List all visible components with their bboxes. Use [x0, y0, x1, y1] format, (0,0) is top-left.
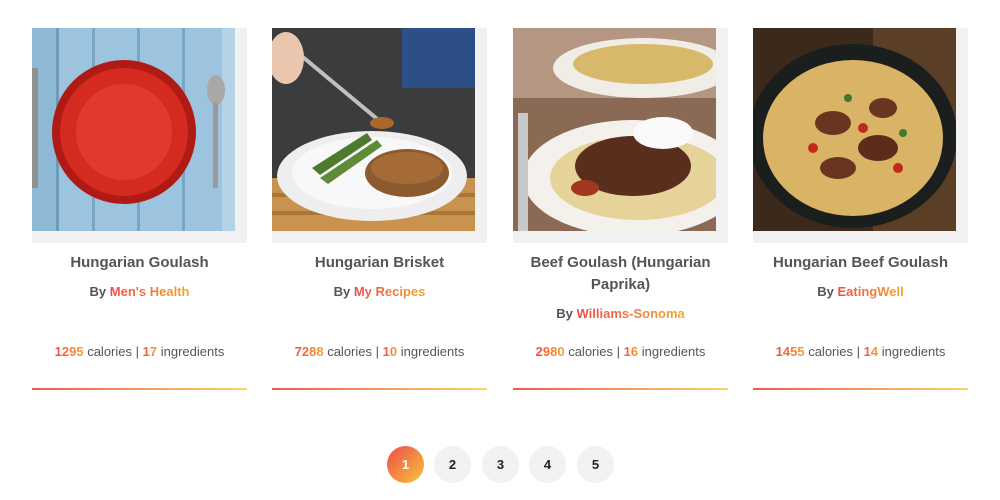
card-divider — [32, 388, 247, 390]
byline-prefix: By — [817, 284, 834, 299]
calories-value: 1295 — [54, 344, 84, 359]
recipe-card[interactable]: Beef Goulash (Hungarian Paprika) By Will… — [513, 28, 728, 390]
card-divider — [513, 388, 728, 390]
recipe-card[interactable]: Hungarian Beef Goulash By EatingWell 145… — [753, 28, 968, 390]
calories-label: calories — [327, 344, 372, 359]
recipe-thumbnail-frame — [753, 28, 968, 243]
recipe-byline: By My Recipes — [272, 284, 487, 299]
recipe-byline: By EatingWell — [753, 284, 968, 299]
recipe-thumbnail-frame — [513, 28, 728, 243]
recipe-source-link[interactable]: Men's Health — [110, 284, 190, 299]
calories-label: calories — [87, 344, 132, 359]
recipe-grid: Hungarian Goulash By Men's Health 1295 c… — [32, 28, 970, 398]
calories-value: 2980 — [535, 344, 565, 359]
ingredients-value: 16 — [623, 344, 639, 359]
stats-separator: | — [856, 344, 861, 359]
page-button-1[interactable]: 1 — [387, 446, 424, 483]
recipe-source-link[interactable]: My Recipes — [354, 284, 426, 299]
ingredients-label: ingredients — [641, 344, 706, 359]
recipe-stats: 7288 calories | 10 ingredients — [272, 344, 487, 359]
stats-separator: | — [135, 344, 140, 359]
recipe-image[interactable] — [32, 28, 235, 231]
recipe-stats: 2980 calories | 16 ingredients — [513, 344, 728, 359]
recipe-image[interactable] — [513, 28, 716, 231]
ingredients-label: ingredients — [881, 344, 946, 359]
recipe-card[interactable]: Hungarian Brisket By My Recipes 7288 cal… — [272, 28, 487, 390]
byline-prefix: By — [556, 306, 573, 321]
ingredients-label: ingredients — [160, 344, 225, 359]
recipe-title[interactable]: Hungarian Goulash — [32, 252, 247, 274]
recipe-thumbnail-frame — [272, 28, 487, 243]
calories-value: 1455 — [775, 344, 805, 359]
ingredients-value: 14 — [863, 344, 879, 359]
ingredients-value: 10 — [382, 344, 398, 359]
card-divider — [272, 388, 487, 390]
recipe-source-link[interactable]: EatingWell — [838, 284, 904, 299]
recipe-byline: By Men's Health — [32, 284, 247, 299]
page-button-5[interactable]: 5 — [577, 446, 614, 483]
recipe-title[interactable]: Beef Goulash (Hungarian Paprika) — [513, 252, 728, 296]
recipe-title[interactable]: Hungarian Brisket — [272, 252, 487, 274]
calories-label: calories — [808, 344, 853, 359]
recipe-stats: 1295 calories | 17 ingredients — [32, 344, 247, 359]
card-divider — [753, 388, 968, 390]
recipe-byline: By Williams-Sonoma — [513, 306, 728, 321]
recipe-image[interactable] — [753, 28, 956, 231]
ingredients-value: 17 — [142, 344, 158, 359]
calories-value: 7288 — [294, 344, 324, 359]
recipe-title[interactable]: Hungarian Beef Goulash — [753, 252, 968, 274]
page-button-3[interactable]: 3 — [482, 446, 519, 483]
recipe-card[interactable]: Hungarian Goulash By Men's Health 1295 c… — [32, 28, 247, 390]
recipe-image[interactable] — [272, 28, 475, 231]
byline-prefix: By — [333, 284, 351, 299]
page-button-4[interactable]: 4 — [529, 446, 566, 483]
ingredients-label: ingredients — [400, 344, 465, 359]
page-button-2[interactable]: 2 — [434, 446, 471, 483]
recipe-stats: 1455 calories | 14 ingredients — [753, 344, 968, 359]
calories-label: calories — [568, 344, 613, 359]
recipe-thumbnail-frame — [32, 28, 247, 243]
stats-separator: | — [375, 344, 380, 359]
byline-prefix: By — [89, 284, 107, 299]
recipe-source-link[interactable]: Williams-Sonoma — [577, 306, 685, 321]
stats-separator: | — [616, 344, 621, 359]
